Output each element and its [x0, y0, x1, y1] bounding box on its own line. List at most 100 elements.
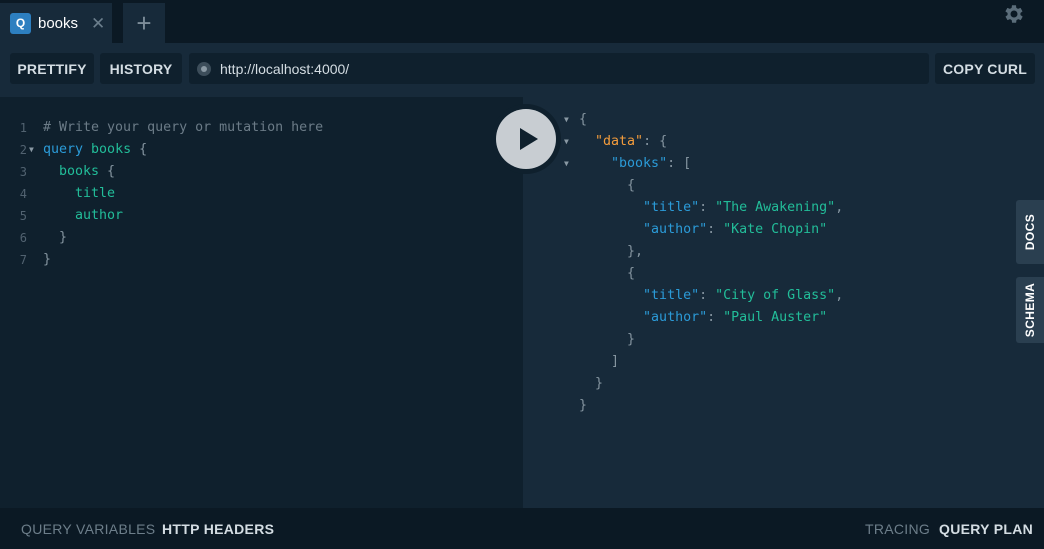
- tab-bar: Q books ✕ +: [0, 0, 1044, 43]
- fold-arrow-icon[interactable]: ▼: [564, 131, 569, 153]
- code-token: {: [99, 164, 116, 179]
- query-editor-code[interactable]: 1 # Write your query or mutation here 2 ▼ qu…: [0, 117, 523, 271]
- query-editor[interactable]: 1 # Write your query or mutation here 2 ▼ qu…: [0, 97, 523, 508]
- result-line: ▼ "books": [: [523, 153, 1044, 175]
- query-plan-tab[interactable]: QUERY PLAN: [939, 521, 1033, 537]
- editor-line[interactable]: 6 }: [0, 227, 523, 249]
- schema-tab-label: SCHEMA: [1023, 282, 1037, 338]
- fold-arrow-icon[interactable]: ▼: [564, 153, 569, 175]
- docs-tab[interactable]: DOCS: [1016, 200, 1044, 264]
- result-line-content: "title": "City of Glass",: [579, 285, 843, 307]
- tab-books[interactable]: Q books ✕: [0, 3, 112, 43]
- result-line-content: {: [579, 263, 635, 285]
- line-number: 1: [19, 121, 27, 135]
- editor-line[interactable]: 1 # Write your query or mutation here: [0, 117, 523, 139]
- result-line: ▼{: [523, 109, 1044, 131]
- result-line: "title": "City of Glass",: [523, 285, 1044, 307]
- json-token: }: [579, 376, 604, 391]
- fold-arrow-icon[interactable]: ▼: [29, 139, 34, 161]
- status-dot-icon: [197, 61, 211, 76]
- execute-query-circle: [496, 109, 556, 169]
- result-line-content: {: [579, 109, 587, 131]
- line-number: 4: [19, 187, 27, 201]
- result-line-content: {: [579, 175, 635, 197]
- editor-line[interactable]: 5 author: [0, 205, 523, 227]
- editor-line[interactable]: 7}: [0, 249, 523, 271]
- editor-line-content: }: [43, 249, 51, 271]
- result-line-content: "author": "Kate Chopin": [579, 219, 827, 241]
- editor-line-content: # Write your query or mutation here: [43, 117, 323, 139]
- editor-line-content: title: [43, 183, 115, 205]
- code-token: query: [43, 142, 84, 157]
- json-token: "title": [643, 288, 700, 303]
- copy-curl-button[interactable]: COPY CURL: [935, 53, 1035, 84]
- tracing-tab[interactable]: TRACING: [865, 521, 930, 537]
- editor-line[interactable]: 2 ▼ query books {: [0, 139, 523, 161]
- result-line-content: }: [579, 395, 587, 417]
- json-token: "books": [611, 156, 668, 171]
- http-headers-tab[interactable]: HTTP HEADERS: [162, 521, 274, 537]
- json-token: {: [579, 178, 636, 193]
- close-icon[interactable]: ✕: [91, 15, 105, 32]
- json-token: :: [699, 288, 716, 303]
- editor-line[interactable]: 3 books {: [0, 161, 523, 183]
- result-line-content: },: [579, 241, 643, 263]
- toolbar: PRETTIFY HISTORY http://localhost:4000/ …: [0, 43, 1044, 97]
- result-viewer: ▼{▼ "data": {▼ "books": [ { "title": "Th…: [523, 97, 1044, 508]
- code-token: title: [43, 186, 116, 201]
- code-token: books: [43, 164, 100, 179]
- code-token: books: [91, 142, 132, 157]
- docs-tab-label: DOCS: [1023, 213, 1037, 251]
- result-line: "author": "Kate Chopin": [523, 219, 1044, 241]
- result-line-content: "author": "Paul Auster": [579, 307, 827, 329]
- result-line-content: "title": "The Awakening",: [579, 197, 843, 219]
- editor-line-content: author: [43, 205, 123, 227]
- execute-query-button[interactable]: [491, 104, 561, 174]
- editor-line-content: }: [43, 227, 67, 249]
- plus-icon[interactable]: +: [123, 3, 165, 43]
- fold-arrow-icon[interactable]: ▼: [564, 109, 569, 131]
- code-token: {: [131, 142, 148, 157]
- result-line-content: }: [579, 329, 635, 351]
- line-number: 3: [19, 165, 27, 179]
- editor-line[interactable]: 4 title: [0, 183, 523, 205]
- result-line: ▼ "data": {: [523, 131, 1044, 153]
- editor-line-content: query books {: [43, 139, 147, 161]
- result-line-content: "data": {: [579, 131, 667, 153]
- tab-title: books: [38, 14, 79, 32]
- result-json: ▼{▼ "data": {▼ "books": [ { "title": "Th…: [523, 109, 1044, 417]
- result-line: }: [523, 329, 1044, 351]
- query-variables-tab[interactable]: QUERY VARIABLES: [21, 521, 155, 537]
- json-token: }: [579, 398, 588, 413]
- endpoint-url-field[interactable]: http://localhost:4000/: [189, 53, 929, 84]
- json-token: }: [579, 332, 636, 347]
- line-number: 2: [19, 143, 27, 157]
- prettify-button[interactable]: PRETTIFY: [10, 53, 94, 84]
- result-line-content: ]: [579, 351, 619, 373]
- json-token: : [: [667, 156, 692, 171]
- json-token: ,: [835, 288, 844, 303]
- result-line: {: [523, 175, 1044, 197]
- json-token: "title": [643, 200, 700, 215]
- json-token: {: [579, 266, 636, 281]
- json-token: "data": [595, 134, 644, 149]
- result-line: ]: [523, 351, 1044, 373]
- code-token: # Write your query or mutation here: [43, 120, 324, 135]
- json-token: ,: [835, 200, 844, 215]
- line-number: 7: [19, 253, 27, 267]
- footer-bar: QUERY VARIABLES HTTP HEADERS TRACING QUE…: [0, 508, 1044, 549]
- result-line: }: [523, 373, 1044, 395]
- json-token: ]: [579, 354, 620, 369]
- line-number: 5: [19, 209, 27, 223]
- json-token: {: [579, 112, 588, 127]
- json-token: "Kate Chopin": [723, 222, 828, 237]
- gear-icon[interactable]: [1002, 2, 1026, 33]
- schema-tab[interactable]: SCHEMA: [1016, 277, 1044, 343]
- history-button[interactable]: HISTORY: [100, 53, 182, 84]
